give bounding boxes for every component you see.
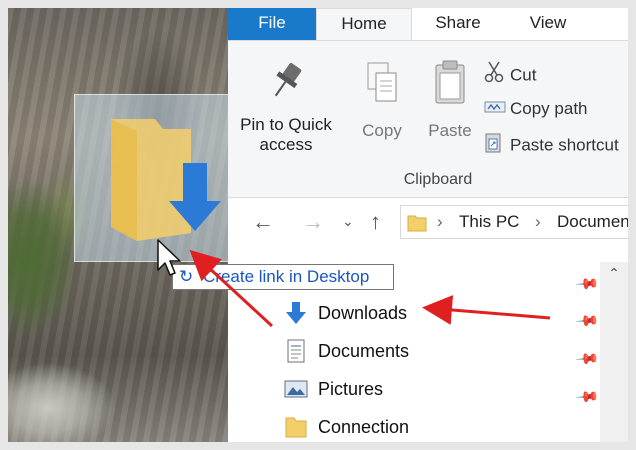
item-label: Pictures	[318, 379, 384, 399]
scrollbar[interactable]	[600, 262, 628, 442]
cut-button[interactable]: Cut	[484, 61, 536, 87]
pin-icon[interactable]: 📌	[574, 271, 600, 297]
documents-icon	[287, 339, 305, 363]
paste-label: Paste	[428, 121, 472, 140]
item-label: Documents	[318, 341, 410, 361]
link-arrow-icon: ↻	[179, 267, 194, 286]
pictures-icon	[284, 380, 308, 398]
drag-preview	[74, 94, 240, 262]
pin-label-line1: Pin to Quick	[240, 115, 332, 134]
copy-path-icon	[484, 97, 510, 123]
pin-icon[interactable]: 📌	[574, 346, 600, 372]
recent-locations-chevron-icon[interactable]: ⌄	[342, 213, 354, 230]
address-bar[interactable]: › This PC › Documen	[400, 205, 628, 239]
pin-to-quick-access-button[interactable]: Pin to Quick access	[234, 59, 338, 156]
copy-path-label: Copy path	[510, 99, 588, 118]
paste-shortcut-button[interactable]: Paste shortcut	[484, 131, 619, 157]
copy-path-button[interactable]: Copy path	[484, 96, 588, 122]
paste-button[interactable]: Paste	[424, 59, 476, 142]
copy-icon	[367, 62, 397, 102]
pin-icon[interactable]: 📌	[574, 384, 600, 410]
tab-file[interactable]: File	[228, 8, 316, 40]
clipboard-group-label: Clipboard	[403, 171, 473, 188]
file-explorer-window: File Home Share View Pin to Quick access	[228, 8, 628, 442]
tab-share[interactable]: Share	[418, 8, 498, 40]
folder-icon	[407, 215, 427, 232]
paste-icon	[435, 60, 465, 104]
breadcrumb-separator-icon: ›	[535, 212, 541, 231]
scissors-icon	[484, 61, 510, 91]
copy-button[interactable]: Copy	[354, 59, 410, 142]
breadcrumb-separator-icon: ›	[437, 212, 443, 231]
screenshot-frame: File Home Share View Pin to Quick access	[8, 8, 628, 442]
forward-arrow-icon[interactable]: →	[302, 209, 324, 235]
folder-icon	[285, 417, 307, 438]
home-ribbon: Pin to Quick access Copy Paste Cut Copy …	[228, 40, 628, 198]
breadcrumb-this-pc[interactable]: This PC	[459, 212, 519, 232]
tab-home[interactable]: Home	[316, 8, 412, 40]
cut-label: Cut	[510, 65, 537, 85]
drag-tooltip: ↻ Create link in Desktop	[172, 264, 394, 290]
navigation-bar: ← → ⌄ ↑ › This PC › Documen	[228, 199, 628, 247]
drag-tooltip-text: Create link in Desktop	[203, 267, 370, 286]
tab-view[interactable]: View	[510, 8, 586, 40]
pushpin-icon	[274, 63, 302, 97]
paste-shortcut-icon	[484, 131, 510, 161]
scroll-up-chevron-icon[interactable]: ⌃	[600, 262, 628, 284]
downloads-folder-icon	[111, 119, 221, 241]
pin-icon[interactable]: 📌	[574, 308, 600, 334]
breadcrumb-documents[interactable]: Documen	[557, 212, 628, 232]
item-label: Downloads	[318, 303, 408, 323]
pin-label-line2: access	[259, 135, 313, 154]
item-label: Connection	[318, 417, 410, 437]
downloads-icon	[286, 302, 306, 324]
paste-shortcut-label: Paste shortcut	[510, 135, 619, 155]
up-arrow-icon[interactable]: ↑	[370, 209, 381, 235]
copy-label: Copy	[362, 121, 402, 140]
back-arrow-icon[interactable]: ←	[252, 209, 274, 235]
ribbon-tab-bar: File Home Share View	[228, 8, 628, 40]
